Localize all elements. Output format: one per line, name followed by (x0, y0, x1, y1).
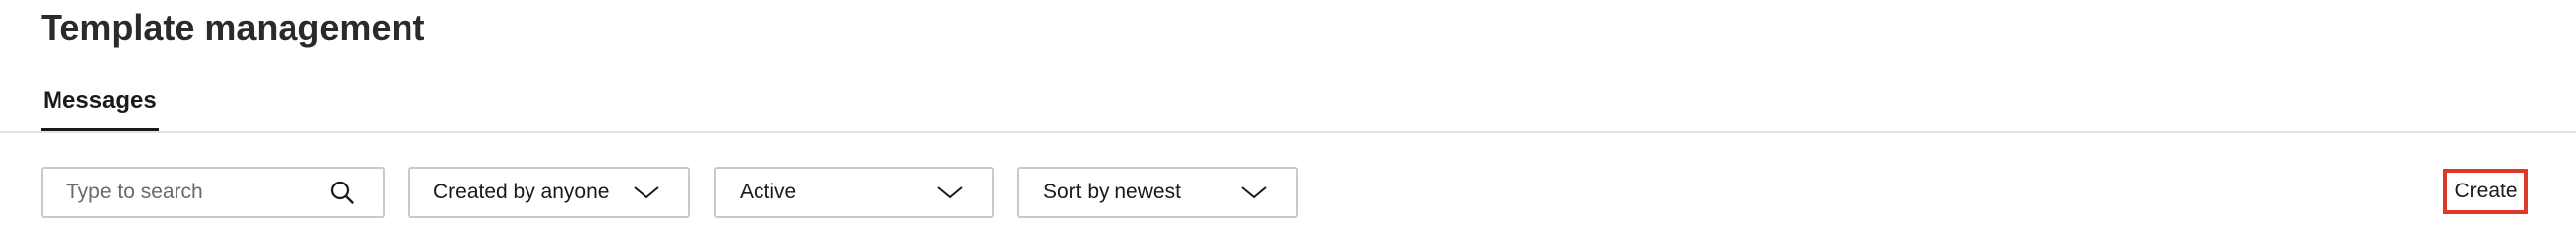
search-input[interactable]: Type to search (66, 181, 329, 204)
created-by-dropdown[interactable]: Created by anyone (408, 167, 690, 218)
status-value: Active (740, 181, 797, 203)
create-button-highlight: Create (2443, 169, 2528, 214)
created-by-value: Created by anyone (433, 181, 610, 203)
chevron-down-icon (936, 184, 964, 200)
sort-dropdown[interactable]: Sort by newest (1017, 167, 1298, 218)
status-dropdown[interactable]: Active (714, 167, 994, 218)
search-box[interactable]: Type to search (41, 167, 385, 218)
tab-messages[interactable]: Messages (41, 79, 159, 131)
page-title: Template management (41, 7, 425, 48)
sort-value: Sort by newest (1043, 181, 1181, 203)
create-button[interactable]: Create (2454, 180, 2517, 203)
search-icon[interactable] (329, 180, 355, 205)
template-management-page: Template management Messages Type to sea… (0, 0, 2576, 246)
chevron-down-icon (633, 184, 660, 200)
filter-toolbar: Type to search Created by anyone Active (0, 167, 2576, 222)
tab-bar: Messages (0, 79, 2576, 133)
chevron-down-icon (1240, 184, 1268, 200)
